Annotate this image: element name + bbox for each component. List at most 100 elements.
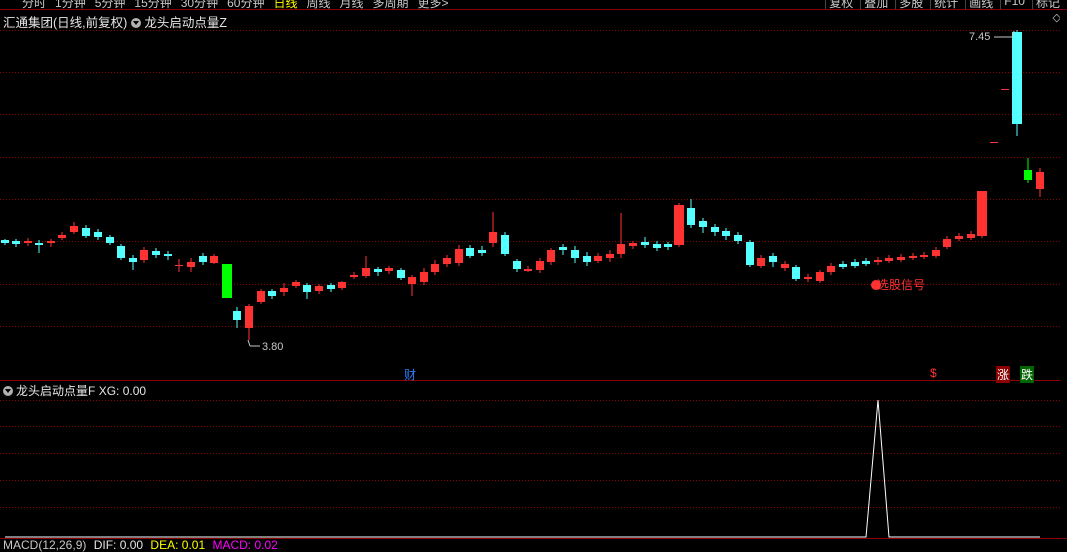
candle-body [175,265,183,266]
candle-body [839,264,847,267]
candle-body [885,258,893,261]
candle-body [827,266,835,272]
candle-body [617,244,625,254]
candle-body [977,191,987,236]
candle-body [547,250,555,262]
financial-report-marker[interactable]: 财 [404,366,416,383]
candle-body [674,205,684,245]
low-price-label: 3.80 [262,341,284,353]
candle-body [664,244,672,247]
candle-body [653,244,661,248]
candle-body [82,228,90,236]
candle-body [233,311,241,320]
candle-body [222,264,232,298]
candle-body [559,247,567,250]
candle-body [385,268,393,271]
indicator-header: 龙头启动点量F XG: 0.00 [3,382,146,399]
candle-body [792,267,800,279]
candle-body [47,241,55,243]
candle-body [804,277,812,279]
candle-body [268,291,276,296]
candle-body [245,306,253,328]
candle-body [943,239,951,247]
candle-body [967,234,975,238]
candle-body [769,256,777,262]
xg-label: XG: [98,384,120,398]
candle-body [315,286,323,291]
candle-body [292,282,300,286]
candle-body [722,231,730,236]
candle-body [687,208,695,225]
xg-value: 0.00 [122,384,147,398]
candle-body [1036,172,1044,189]
limit-up-marker[interactable]: 涨 [996,366,1011,383]
candle-body [594,256,602,261]
candle-body [199,256,207,262]
candle-body [12,241,20,244]
candle-body [420,272,428,282]
candle-body [781,264,789,268]
macd-name: MACD(12,26,9) [3,538,87,552]
candle-body [1,240,9,243]
candle-body [1024,170,1032,180]
candle-body [350,275,358,277]
candle-body [303,285,311,292]
candle-body [711,227,719,232]
candle-body [641,242,649,245]
chart-markers [247,30,1015,347]
signal-text: 选股信号 [877,278,926,292]
candle-body [734,235,742,241]
candle-body [1012,32,1022,124]
dividend-marker[interactable]: $ [930,366,937,380]
signal-label: 选股信号 [871,276,925,293]
high-price-label: 7.45 [969,31,991,43]
candle-body [106,237,114,243]
macd-dif: DIF: 0.00 [93,538,144,552]
candle-body [1001,89,1009,90]
limit-down-marker[interactable]: 跌 [1020,366,1035,383]
candle-body [920,255,928,257]
candle-body [489,232,497,243]
indicator-name: 龙头启动点量F [16,384,96,398]
candle-body [524,269,532,271]
candle-body [606,254,614,258]
candle-body [583,256,591,262]
candle-body [210,256,218,263]
macd-value: MACD: 0.02 [212,538,278,552]
low-price-pointer-tick [247,339,251,347]
candlesticks [1,30,1044,340]
candle-body [443,258,451,264]
candle-body [862,261,870,264]
candle-body [897,257,905,260]
candle-body [152,251,160,255]
indicator-menu-icon[interactable] [3,386,13,396]
candle-body [757,258,765,266]
kline-chart [0,10,1067,539]
candle-body [397,270,405,278]
candle-body [536,261,544,270]
candle-body [35,243,43,245]
indicator-plot [5,399,1040,538]
candle-body [932,250,940,256]
candle-body [699,221,707,227]
macd-dea: DEA: 0.01 [150,538,206,552]
xg-signal-line [5,399,1040,538]
candle-body [129,258,137,262]
candle-body [874,260,882,262]
candle-body [955,236,963,239]
macd-legend: MACD(12,26,9) DIF: 0.00 DEA: 0.01 MACD: … [3,538,282,552]
candle-body [280,288,288,292]
candle-body [327,285,335,289]
candle-body [70,226,78,232]
candle-body [24,241,32,243]
candle-body [408,277,416,284]
candle-body [571,250,579,258]
candle-body [816,272,824,281]
candle-body [140,250,148,260]
right-edge-strip [1060,10,1067,380]
candle-body [374,269,382,272]
candle-body [455,249,463,263]
candle-body [338,282,346,288]
candle-body [466,248,474,256]
candle-body [746,242,754,265]
